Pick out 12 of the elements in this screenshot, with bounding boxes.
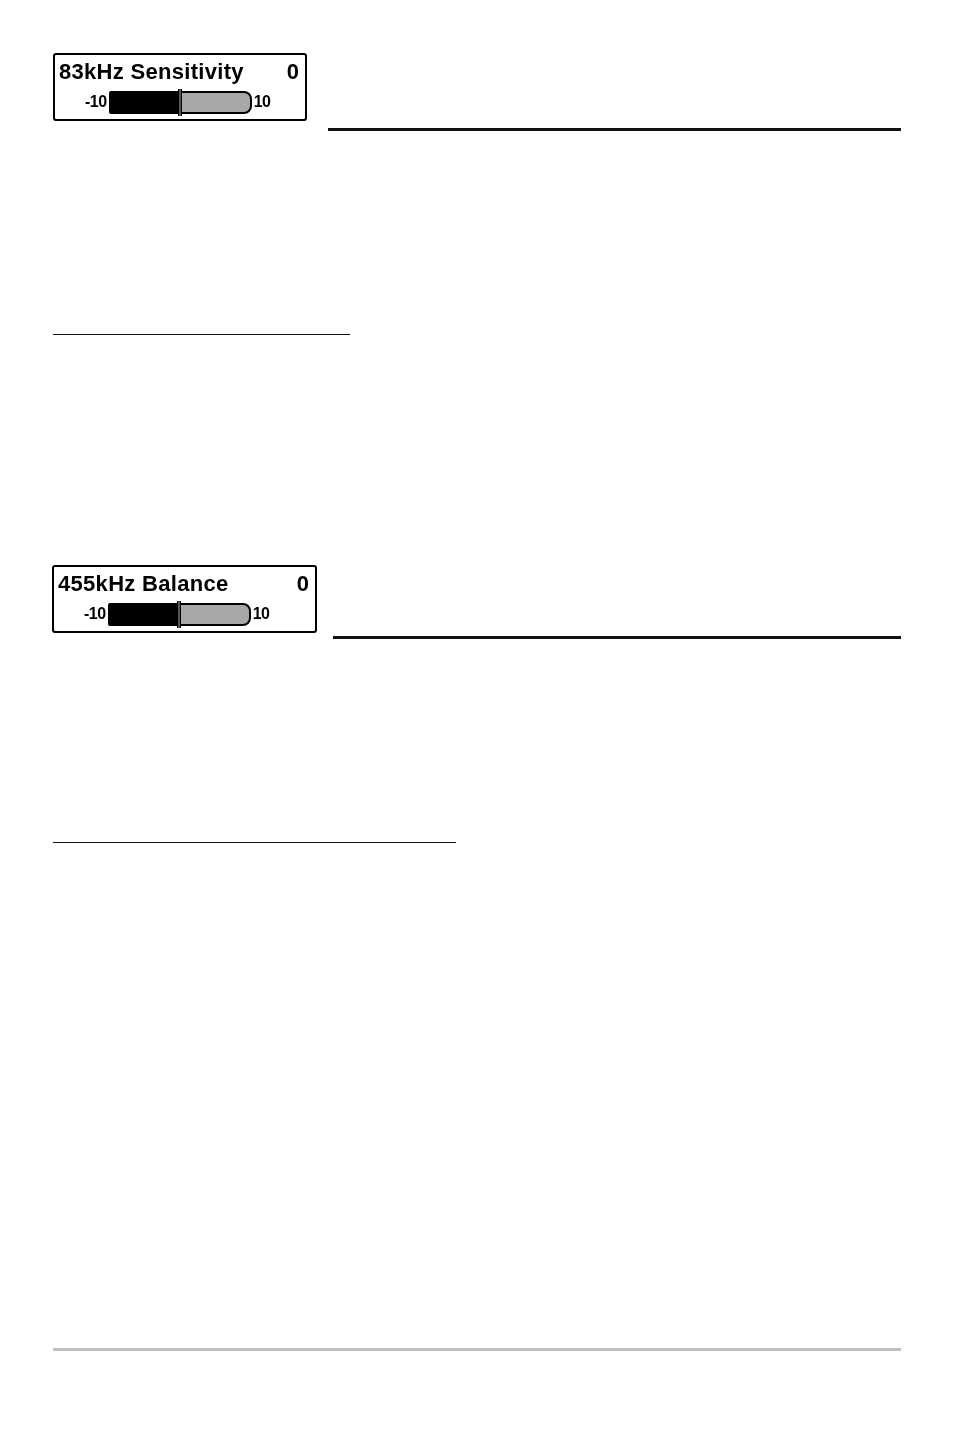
slider-track[interactable] bbox=[107, 602, 251, 626]
maximum-label: 10 bbox=[252, 604, 270, 624]
setting-value: 0 bbox=[286, 59, 299, 85]
slider-track[interactable] bbox=[108, 90, 252, 114]
setting-label: 83kHz Sensitivity bbox=[59, 59, 244, 85]
minimum-label: -10 bbox=[85, 92, 107, 112]
slider-thumb[interactable] bbox=[177, 600, 182, 628]
minimum-label: -10 bbox=[84, 604, 106, 624]
setting-label: 455kHz Balance bbox=[58, 571, 229, 597]
maximum-label: 10 bbox=[253, 92, 271, 112]
slider-thumb[interactable] bbox=[178, 88, 183, 116]
setting-value: 0 bbox=[296, 571, 309, 597]
